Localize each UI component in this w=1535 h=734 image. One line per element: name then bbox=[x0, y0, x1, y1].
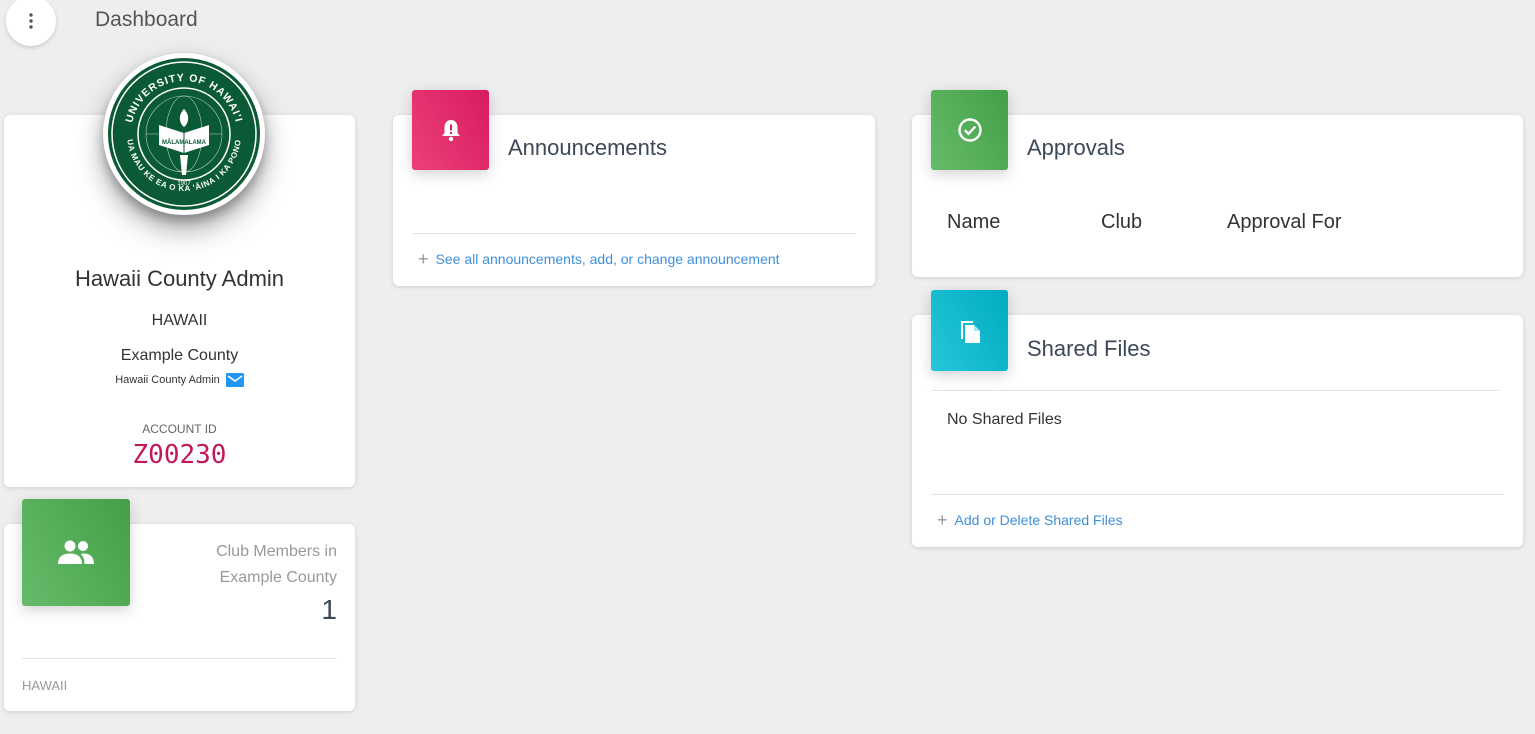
shared-files-icon-tile bbox=[931, 290, 1008, 371]
file-copy-icon bbox=[960, 320, 980, 343]
no-shared-files-text: No Shared Files bbox=[947, 411, 1062, 428]
menu-button[interactable] bbox=[6, 0, 56, 46]
shared-files-title: Shared Files bbox=[1027, 336, 1151, 361]
column-header-approval-for: Approval For bbox=[1227, 211, 1342, 233]
email-row: Hawaii County Admin bbox=[4, 373, 355, 387]
shared-files-link[interactable]: + Add or Delete Shared Files bbox=[937, 510, 1123, 530]
svg-text:1907: 1907 bbox=[177, 181, 191, 187]
club-members-card: Club Members in Example County 1 HAWAII bbox=[4, 499, 355, 711]
announcements-title: Announcements bbox=[508, 135, 667, 160]
approvals-title: Approvals bbox=[1027, 135, 1125, 160]
bell-alert-icon bbox=[441, 120, 460, 142]
divider bbox=[931, 390, 1499, 391]
members-label: Club Members in Example County bbox=[216, 543, 337, 586]
profile-card: UNIVERSITY OF HAWAI'I UA MAU KE EA O KA … bbox=[4, 53, 355, 487]
members-icon-tile bbox=[22, 499, 130, 606]
profile-county: Example County bbox=[120, 347, 239, 364]
email-name: Hawaii County Admin bbox=[115, 374, 220, 386]
column-header-club: Club bbox=[1101, 211, 1143, 233]
people-icon bbox=[58, 540, 94, 564]
divider bbox=[412, 233, 856, 234]
avatar: UNIVERSITY OF HAWAI'I UA MAU KE EA O KA … bbox=[103, 53, 265, 215]
more-vert-icon bbox=[29, 13, 33, 29]
account-id-label: ACCOUNT ID bbox=[142, 422, 217, 436]
announcements-link[interactable]: + See all announcements, add, or change … bbox=[418, 249, 780, 269]
announcements-card: Announcements + See all announcements, a… bbox=[393, 90, 875, 286]
announcements-icon-tile bbox=[412, 90, 489, 170]
members-count: 1 bbox=[321, 594, 337, 625]
divider bbox=[22, 658, 337, 659]
university-seal-logo: UNIVERSITY OF HAWAI'I UA MAU KE EA O KA … bbox=[108, 58, 260, 210]
plus-icon: + bbox=[418, 249, 429, 269]
approvals-icon-tile bbox=[931, 90, 1008, 170]
profile-name: Hawaii County Admin bbox=[74, 266, 285, 291]
mail-icon[interactable] bbox=[225, 373, 244, 387]
check-circle-icon bbox=[957, 118, 982, 142]
members-footer: HAWAII bbox=[22, 678, 68, 693]
approvals-card: Approvals Name Club Approval For bbox=[912, 90, 1523, 277]
page-title: Dashboard bbox=[95, 8, 198, 31]
column-header-name: Name bbox=[947, 211, 1001, 233]
profile-island: HAWAII bbox=[151, 312, 208, 329]
account-id-value: Z00230 bbox=[132, 440, 227, 470]
plus-icon: + bbox=[937, 510, 948, 530]
shared-files-card: Shared Files No Shared Files + Add or De… bbox=[912, 290, 1523, 547]
svg-text:MĀLAMALAMA: MĀLAMALAMA bbox=[162, 139, 207, 146]
divider bbox=[931, 494, 1504, 495]
